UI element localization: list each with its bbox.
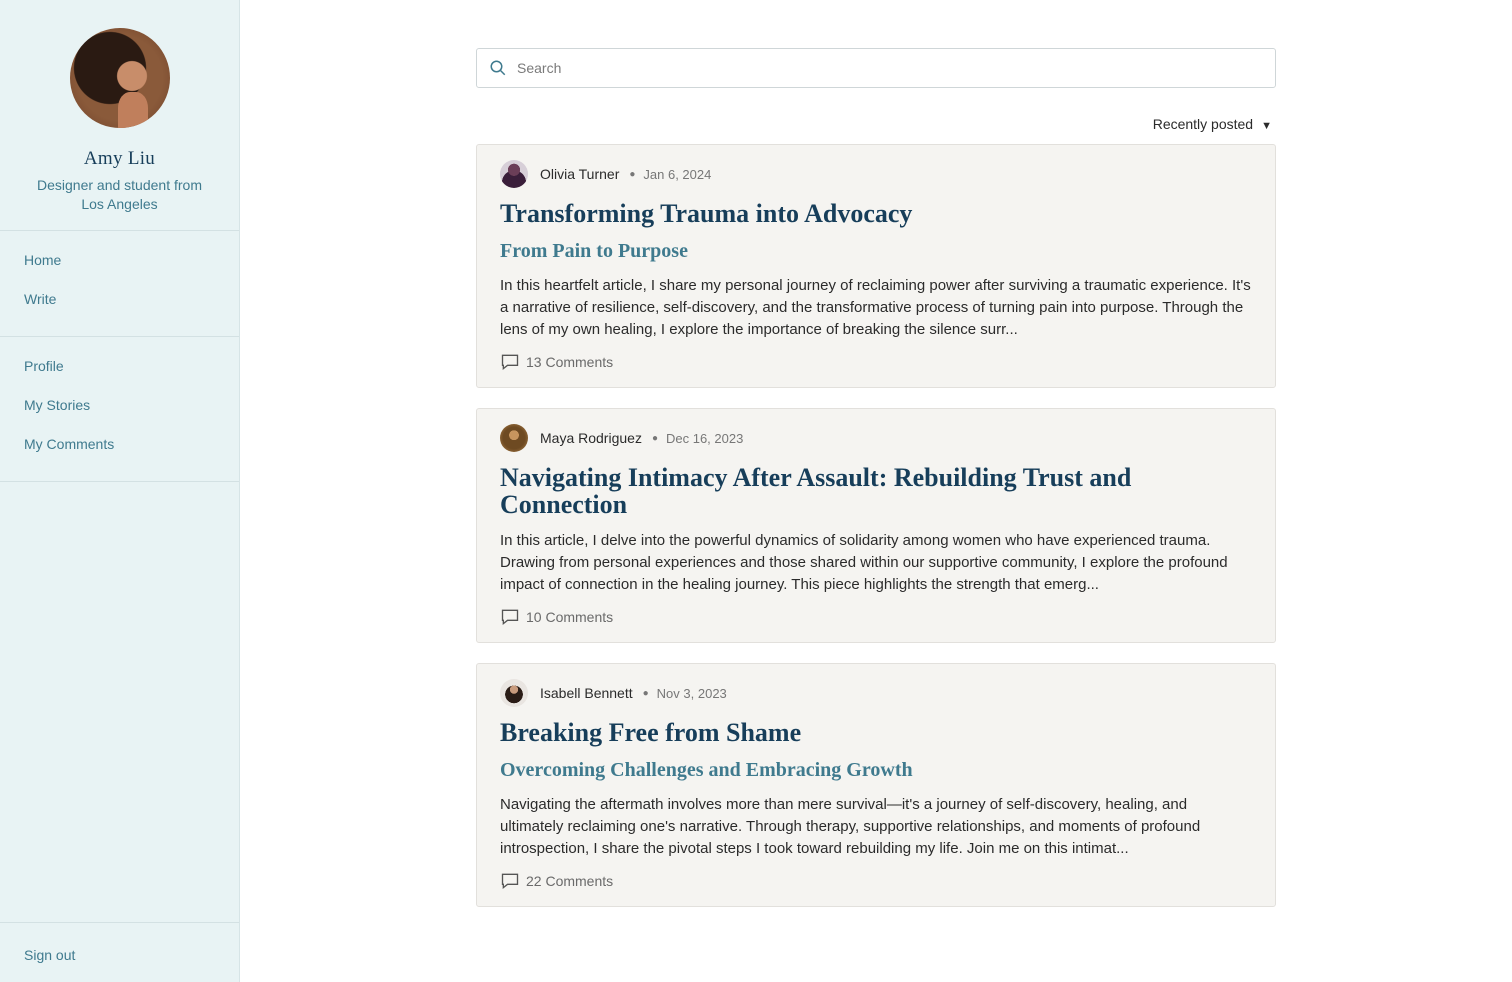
separator-dot: ● — [629, 168, 636, 180]
comments-link[interactable]: 10 Comments — [500, 606, 1252, 628]
comments-link[interactable]: 13 Comments — [500, 351, 1252, 373]
post-meta: Olivia Turner ● Jan 6, 2024 — [500, 160, 1252, 188]
author-avatar — [500, 424, 528, 452]
caret-down-icon: ▼ — [1261, 120, 1272, 132]
sidebar: Amy Liu Designer and student from Los An… — [0, 0, 240, 982]
nav-primary: Home Write — [0, 231, 239, 337]
separator-dot: ● — [642, 687, 649, 699]
comment-icon — [501, 354, 519, 371]
profile-section: Amy Liu Designer and student from Los An… — [0, 0, 239, 231]
profile-bio: Designer and student from Los Angeles — [37, 177, 202, 212]
sort-label: Recently posted — [1152, 116, 1254, 132]
post-list: Olivia Turner ● Jan 6, 2024 Transforming… — [476, 144, 1276, 907]
signout-section: Sign out — [0, 922, 239, 982]
author-name[interactable]: Olivia Turner — [540, 166, 619, 182]
nav-item-home[interactable]: Home — [0, 248, 239, 287]
post-date: Jan 6, 2024 — [643, 166, 712, 182]
post-excerpt: Navigating the aftermath involves more t… — [500, 796, 1201, 857]
comments-count: 10 Comments — [526, 609, 614, 625]
avatar[interactable] — [69, 28, 170, 128]
post-card[interactable]: Olivia Turner ● Jan 6, 2024 Transforming… — [476, 144, 1276, 388]
post-meta: Maya Rodriguez ● Dec 16, 2023 — [500, 424, 1252, 452]
search-bar[interactable] — [476, 48, 1276, 88]
nav-item-profile[interactable]: Profile — [0, 354, 239, 393]
post-excerpt: In this article, I delve into the powerf… — [500, 532, 1228, 593]
author-avatar — [500, 679, 528, 707]
post-card[interactable]: Maya Rodriguez ● Dec 16, 2023 Navigating… — [476, 408, 1276, 643]
post-excerpt: In this heartfelt article, I share my pe… — [500, 277, 1251, 338]
post-title[interactable]: Breaking Free from Shame — [500, 719, 1252, 746]
comment-icon — [501, 873, 519, 890]
nav-secondary: Profile My Stories My Comments — [0, 337, 239, 482]
comments-count: 22 Comments — [526, 873, 614, 889]
post-date: Nov 3, 2023 — [656, 685, 727, 701]
sort-dropdown[interactable]: Recently posted ▼ — [476, 116, 1276, 140]
nav-item-write[interactable]: Write — [0, 287, 239, 326]
post-card[interactable]: Isabell Bennett ● Nov 3, 2023 Breaking F… — [476, 663, 1276, 907]
comments-count: 13 Comments — [526, 354, 614, 370]
post-subtitle: Overcoming Challenges and Embracing Grow… — [500, 759, 913, 781]
comment-icon — [501, 609, 519, 626]
main-content: Recently posted ▼ Olivia Turner ● Jan 6, … — [476, 48, 1276, 907]
nav-item-my-comments[interactable]: My Comments — [0, 432, 239, 471]
post-title[interactable]: Transforming Trauma into Advocacy — [500, 200, 1252, 227]
comments-link[interactable]: 22 Comments — [500, 870, 1252, 892]
post-meta: Isabell Bennett ● Nov 3, 2023 — [500, 679, 1252, 707]
search-input[interactable] — [517, 60, 1257, 76]
post-date: Dec 16, 2023 — [665, 430, 744, 446]
author-name[interactable]: Maya Rodriguez — [540, 430, 642, 446]
post-subtitle: From Pain to Purpose — [500, 240, 688, 262]
search-icon — [490, 60, 506, 76]
post-title[interactable]: Navigating Intimacy After Assault: Rebui… — [500, 464, 1252, 518]
sign-out-link[interactable]: Sign out — [0, 923, 239, 982]
separator-dot: ● — [651, 432, 658, 444]
nav-item-my-stories[interactable]: My Stories — [0, 393, 239, 432]
author-avatar — [500, 160, 528, 188]
profile-name: Amy Liu — [83, 148, 156, 169]
author-name[interactable]: Isabell Bennett — [540, 685, 633, 701]
